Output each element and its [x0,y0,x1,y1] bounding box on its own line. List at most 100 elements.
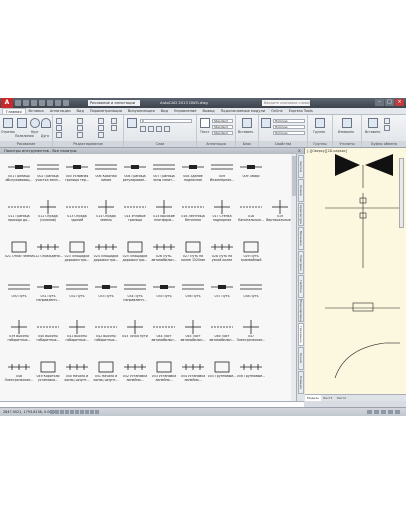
polar-icon[interactable] [65,410,69,414]
fillet-icon[interactable] [98,125,104,131]
drawing-area[interactable]: [-][Сверху][2D-каркас] [305,148,406,394]
linetype-dropdown[interactable]: ПоСлою [273,131,305,135]
tab-parametric[interactable]: Параметризация [87,108,125,114]
tab-online[interactable]: Online [268,108,286,114]
palette-tab[interactable]: Гражданка [298,323,304,346]
palette-tool[interactable]: 037 Путь [207,278,237,308]
otrack-icon[interactable] [75,410,79,414]
stretch-icon[interactable] [56,132,62,138]
palette-tool[interactable]: 048 Электрические... [4,358,34,388]
palette-tool[interactable]: 018 Капитальные... [236,198,266,228]
palette-tab[interactable]: Механика [298,227,304,250]
palette-tool[interactable]: 040 Высоты габаритных... [33,318,63,348]
close-button[interactable]: × [395,99,404,106]
rotate-icon[interactable] [77,118,83,124]
palette-tool[interactable]: 014 Ограда земель [91,198,121,228]
layer-match-icon[interactable] [164,126,170,132]
text-style-dropdown[interactable]: Standard [212,119,233,123]
mirror-icon[interactable] [77,125,83,131]
palette-tool[interactable]: 024 Площадки дорожки тро... [91,238,121,268]
palette-tool[interactable]: 050 Начало и конец шпунт... [62,358,92,388]
palette-tool[interactable]: 039 Высоты габаритных... [4,318,34,348]
palette-tool[interactable]: 005 Условная граница тер... [62,158,92,188]
scale-icon[interactable] [77,132,83,138]
explode-icon[interactable] [111,125,117,131]
copy-clip-icon[interactable] [384,125,390,131]
copy-icon[interactable] [56,125,62,131]
palette-tool[interactable]: 027 Путь на колее 1520мм [178,238,208,268]
palette-tool[interactable]: 008 Здание подписное [178,158,208,188]
palette-tab[interactable]: Моделирование [298,299,304,322]
snap-icon[interactable] [50,410,54,414]
maximize-button[interactable]: □ [385,99,394,106]
palette-tool[interactable]: 041 Высоты габаритных... [62,318,92,348]
palette-tool[interactable]: 053 Установка линейно... [149,358,179,388]
palette-tab[interactable]: Архитектура [298,203,304,226]
palette-tool[interactable]: 056 Групповые... [236,358,266,388]
palette-tab[interactable]: Чертеж [298,155,304,178]
workspace-dropdown[interactable]: Рисование и аннотации [88,100,140,106]
tab-layout2[interactable]: Лист2 [335,395,349,401]
palette-tab[interactable]: Команда [298,371,304,394]
tab-annotate[interactable]: Аннотации [47,108,74,114]
palette-tool[interactable]: 021 Откос земли [4,238,34,268]
layer-freeze-icon[interactable] [140,126,146,132]
search-input[interactable]: Введите ключевое слово/фразу [262,100,310,111]
erase-icon[interactable] [111,118,117,124]
palette-tool[interactable]: 035 Путь [149,278,179,308]
palette-tool[interactable]: 009 Забор [236,158,266,188]
trim-icon[interactable] [98,118,104,124]
dyn-icon[interactable] [85,410,89,414]
palette-tool[interactable]: 033 Путь [91,278,121,308]
tab-home[interactable]: Главная [2,108,26,114]
tab-model[interactable]: Модель [305,395,322,401]
insert-block-icon[interactable] [242,118,252,128]
table-style-dropdown[interactable]: Standard [212,131,233,135]
dim-style-dropdown[interactable]: Standard [212,125,233,129]
navigation-bar[interactable] [399,158,404,228]
match-properties-icon[interactable] [261,118,271,128]
undo-icon[interactable] [47,100,53,106]
palette-tool[interactable]: 017 Стенка подпорная [207,198,237,228]
tab-view-3d[interactable]: Вид [74,108,87,114]
palette-tool[interactable]: 023 Площадки дорожки тро... [62,238,92,268]
palette-tool[interactable]: 002 Граница участка земл... [33,158,63,188]
tab-view[interactable]: Вид [158,108,171,114]
paste-icon[interactable] [368,118,378,128]
palette-tool[interactable]: 051 Начало и конец шпунт... [91,358,121,388]
palette-tool[interactable]: 034 Путь направленн... [120,278,150,308]
palette-tool[interactable]: 052 Установка линейно... [120,358,150,388]
palette-tool[interactable]: 001 Границы обслуживающ... [4,158,34,188]
palette-tool[interactable]: 006 Красная линия [91,158,121,188]
workspace-icon[interactable] [381,410,386,414]
osnap-icon[interactable] [70,410,74,414]
group-icon[interactable] [315,118,325,128]
palette-tool[interactable]: 042 Высоты габаритных... [91,318,121,348]
palette-tool[interactable]: 014 Угловые граница [120,198,150,228]
application-menu-button[interactable]: A [1,98,13,108]
clean-screen-icon[interactable] [395,410,400,414]
lock-icon[interactable] [388,410,393,414]
palette-tool[interactable]: 032 Путь [62,278,92,308]
minimize-button[interactable]: – [375,99,384,106]
palette-tab[interactable]: Размер [298,179,304,202]
save-as-icon[interactable] [39,100,45,106]
array-icon[interactable] [98,132,104,138]
palette-tool[interactable]: 029 Путь трамвайный [236,238,266,268]
palette-tool[interactable]: 025 Площадки дорожки тро... [120,238,150,268]
palette-tab[interactable]: ГенПлан [298,275,304,298]
tab-plugins[interactable]: Подключаемые модули [218,108,268,114]
palette-tool[interactable]: 046 Пост автомобильн... [207,318,237,348]
new-icon[interactable] [15,100,21,106]
palette-tool[interactable]: 022 Ограждени... [33,238,63,268]
save-icon[interactable] [31,100,37,106]
redo-icon[interactable] [55,100,61,106]
layer-lock-icon[interactable] [148,126,154,132]
tab-layout1[interactable]: Лист1 [321,395,335,401]
palette-tool[interactable]: 011 Граница прохода до... [4,198,34,228]
tab-manage[interactable]: Управление [171,108,200,114]
palette-tool[interactable]: 016 Лестница бетонная [178,198,208,228]
palette-tool[interactable]: 036 Путь [178,278,208,308]
palette-tool[interactable]: 008 Граница регулирован... [120,158,150,188]
measure-icon[interactable] [342,118,352,128]
